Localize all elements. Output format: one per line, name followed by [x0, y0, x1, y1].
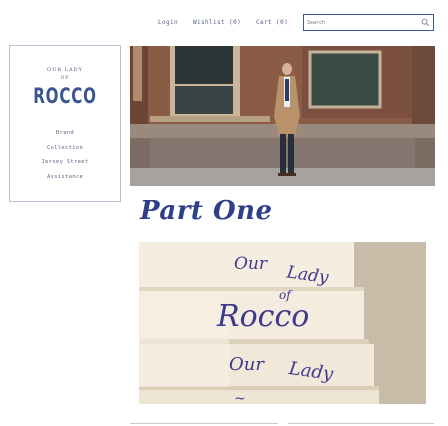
- wishlist-link[interactable]: Wishlist (0): [193, 19, 241, 26]
- section-title: Part One: [140, 196, 273, 226]
- logo-line-of: OF: [60, 76, 70, 81]
- svg-text:Our: Our: [234, 254, 268, 274]
- sidebar-item-jersey-street[interactable]: Jersey Street: [10, 159, 120, 165]
- svg-text:~: ~: [234, 391, 246, 404]
- divider: [130, 423, 278, 424]
- svg-text:Rocco: Rocco: [216, 299, 309, 334]
- sidebar: OUR LADY OF ROCCO Brand Collection Jerse…: [9, 45, 121, 202]
- search-icon[interactable]: [421, 18, 430, 27]
- sidebar-item-assistance[interactable]: Assistance: [10, 174, 120, 180]
- search-box: [303, 14, 434, 31]
- cart-link[interactable]: Cart (0): [256, 19, 288, 26]
- sidebar-item-brand[interactable]: Brand: [10, 130, 120, 136]
- logo-line-top: OUR LADY: [47, 67, 83, 73]
- divider: [288, 423, 434, 424]
- login-link[interactable]: Login: [158, 19, 178, 26]
- search-input[interactable]: [307, 17, 417, 28]
- sidebar-item-collection[interactable]: Collection: [10, 145, 120, 151]
- logo-brand-name[interactable]: ROCCO: [21, 84, 109, 108]
- embroidered-towels-photo: Our Lady of Rocco Our Lady ~: [139, 242, 426, 404]
- svg-text:Our: Our: [229, 354, 265, 375]
- hero-photo: [130, 46, 435, 186]
